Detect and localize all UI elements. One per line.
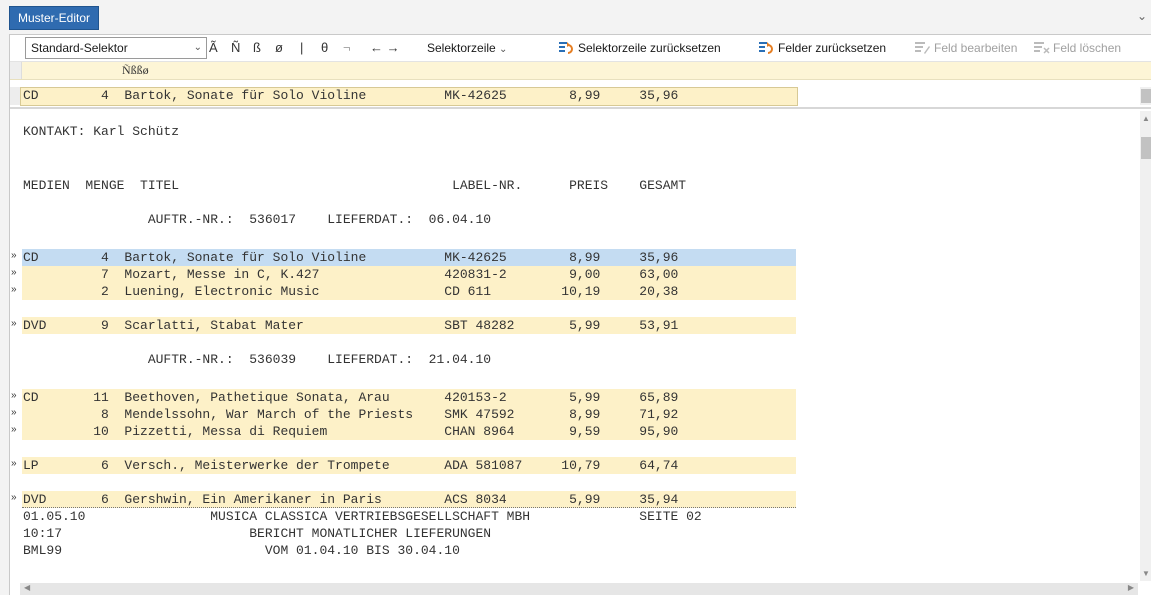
edit-field-label: Feld bearbeiten [934, 41, 1018, 55]
document-line-matched[interactable]: » 7 Mozart, Messe in C, K.427 420831-2 9… [10, 266, 1140, 283]
row-marker-icon: » [11, 492, 17, 503]
tab-muster-editor[interactable]: Muster-Editor [9, 6, 100, 30]
document-view: KONTAKT: Karl Schütz MEDIEN MENGE TITEL … [10, 111, 1140, 581]
line-text: LP 6 Versch., Meisterwerke der Trompete … [23, 458, 679, 473]
line-text: 01.05.10 MUSICA CLASSICA VERTRIEBSGESELL… [23, 509, 702, 524]
toolbar: Standard-Selektor ⌄ Ã Ñ ß ø | θ ¬ ← → Se… [10, 35, 1151, 62]
row-marker-icon: » [11, 407, 17, 418]
selector-value: Standard-Selektor [31, 41, 128, 55]
line-text: 8 Mendelssohn, War March of the Priests … [23, 407, 679, 422]
horizontal-scrollbar[interactable]: ◀ ▶ [20, 583, 1138, 595]
row-marker-icon: » [11, 250, 17, 261]
reset-selector-row-button[interactable]: Selektorzeile zurücksetzen [559, 38, 721, 58]
delete-field-button[interactable]: Feld löschen [1034, 38, 1121, 58]
document-line-matched[interactable]: » DVD 9 Scarlatti, Stabat Mater SBT 4828… [10, 317, 1140, 334]
insert-char-o-slash[interactable]: ø [275, 38, 283, 58]
document-line-matched[interactable]: » 10 Pizzetti, Messa di Requiem CHAN 896… [10, 423, 1140, 440]
document-line-matched[interactable]: » CD 11 Beethoven, Pathetique Sonata, Ar… [10, 389, 1140, 406]
document-line-matched[interactable]: » 2 Luening, Electronic Music CD 611 10,… [10, 283, 1140, 300]
line-text: DVD 9 Scarlatti, Stabat Mater SBT 48282 … [23, 318, 679, 333]
document-line-matched[interactable]: » DVD 6 Gershwin, Ein Amerikaner in Pari… [10, 491, 1140, 508]
scrollbar-thumb[interactable] [1141, 89, 1151, 103]
document-line-selected[interactable]: » CD 4 Bartok, Sonate für Solo Violine M… [10, 249, 1140, 266]
line-text: AUFTR.-NR.: 536017 LIEFERDAT.: 06.04.10 [23, 212, 492, 227]
row-marker-icon: » [11, 267, 17, 278]
scroll-up-icon[interactable]: ▲ [1142, 114, 1150, 123]
insert-char-n-tilde[interactable]: Ñ [231, 38, 240, 58]
ruler-text: Ñßßø [122, 63, 149, 77]
vertical-scrollbar[interactable]: ▲ ▼ [1140, 111, 1151, 581]
insert-char-theta[interactable]: θ [321, 38, 328, 58]
selektorzeile-label: Selektorzeile [427, 41, 496, 55]
delete-field-label: Feld löschen [1053, 41, 1122, 55]
document-line: KONTAKT: Karl Schütz [10, 123, 1140, 140]
document-line: 01.05.10 MUSICA CLASSICA VERTRIEBSGESELL… [10, 508, 1140, 525]
toolbar-separator: | [300, 40, 304, 55]
scroll-right-icon[interactable]: ▶ [1128, 583, 1134, 592]
edit-field-button[interactable]: Feld bearbeiten [915, 38, 1017, 58]
document-line: AUFTR.-NR.: 536017 LIEFERDAT.: 06.04.10 [10, 211, 1140, 228]
document-line: BML99 VOM 01.04.10 BIS 30.04.10 [10, 542, 1140, 559]
document-line-matched[interactable]: » 8 Mendelssohn, War March of the Priest… [10, 406, 1140, 423]
row-marker-icon: » [11, 318, 17, 329]
selector-row-text: CD 4 Bartok, Sonate für Solo Violine MK-… [23, 88, 679, 103]
selector-row[interactable]: CD 4 Bartok, Sonate für Solo Violine MK-… [10, 87, 1140, 106]
line-text: 10:17 BERICHT MONATLICHER LIEFERUNGEN [23, 526, 492, 541]
row-marker-icon: » [11, 458, 17, 469]
insert-char-sharp-s[interactable]: ß [253, 38, 261, 58]
document-line: MEDIEN MENGE TITEL LABEL-NR. PREIS GESAM… [10, 177, 1140, 194]
ruler-gutter [10, 62, 22, 79]
chevron-down-icon[interactable]: ⌄ [1137, 9, 1147, 23]
line-text: CD 4 Bartok, Sonate für Solo Violine MK-… [23, 250, 679, 265]
selektorzeile-menu[interactable]: Selektorzeile ⌄ [427, 38, 507, 58]
insert-char-a-tilde[interactable]: Ã [209, 38, 218, 58]
selector-row-scrollbar[interactable] [1140, 87, 1151, 105]
chevron-down-icon: ⌄ [193, 42, 202, 53]
row-marker-icon: » [11, 424, 17, 435]
scrollbar-thumb[interactable] [1141, 137, 1151, 159]
document-line: 10:17 BERICHT MONATLICHER LIEFERUNGEN [10, 525, 1140, 542]
document-line: AUFTR.-NR.: 536039 LIEFERDAT.: 21.04.10 [10, 351, 1140, 368]
line-text: 10 Pizzetti, Messa di Requiem CHAN 8964 … [23, 424, 679, 439]
reset-selector-row-label: Selektorzeile zurücksetzen [578, 41, 721, 55]
line-text: AUFTR.-NR.: 536039 LIEFERDAT.: 21.04.10 [23, 352, 492, 367]
row-marker-icon: » [11, 284, 17, 295]
document-line-matched[interactable]: » LP 6 Versch., Meisterwerke der Trompet… [10, 457, 1140, 474]
line-text: 2 Luening, Electronic Music CD 611 10,19… [23, 284, 679, 299]
row-marker-icon: » [11, 390, 17, 401]
reset-row-icon [559, 42, 573, 54]
edit-field-icon [915, 42, 930, 54]
editor-panel: Standard-Selektor ⌄ Ã Ñ ß ø | θ ¬ ← → Se… [9, 34, 1151, 595]
selector-dropdown[interactable]: Standard-Selektor ⌄ [25, 37, 207, 59]
chevron-down-icon: ⌄ [499, 44, 508, 55]
insert-char-not[interactable]: ¬ [343, 38, 351, 58]
reset-fields-label: Felder zurücksetzen [778, 41, 887, 55]
reset-fields-button[interactable]: Felder zurücksetzen [759, 38, 886, 58]
splitter[interactable] [10, 107, 1151, 109]
line-text: MEDIEN MENGE TITEL LABEL-NR. PREIS GESAM… [23, 178, 687, 193]
line-text: DVD 6 Gershwin, Ein Amerikaner in Paris … [23, 492, 679, 507]
selector-ruler[interactable]: Ñßßø [10, 62, 1151, 80]
line-text: CD 11 Beethoven, Pathetique Sonata, Arau… [23, 390, 679, 405]
tab-bar: Muster-Editor ⌄ [0, 0, 1151, 34]
delete-field-icon [1034, 42, 1050, 54]
scroll-left-icon[interactable]: ◀ [24, 583, 30, 592]
selector-row-gutter [10, 87, 20, 105]
line-text: BML99 VOM 01.04.10 BIS 30.04.10 [23, 543, 460, 558]
line-text: 7 Mozart, Messe in C, K.427 420831-2 9,0… [23, 267, 679, 282]
line-text: KONTAKT: Karl Schütz [23, 124, 180, 139]
scroll-down-icon[interactable]: ▼ [1142, 569, 1150, 578]
reset-fields-icon [759, 42, 773, 54]
arrow-navigation[interactable]: ← → [370, 38, 400, 58]
